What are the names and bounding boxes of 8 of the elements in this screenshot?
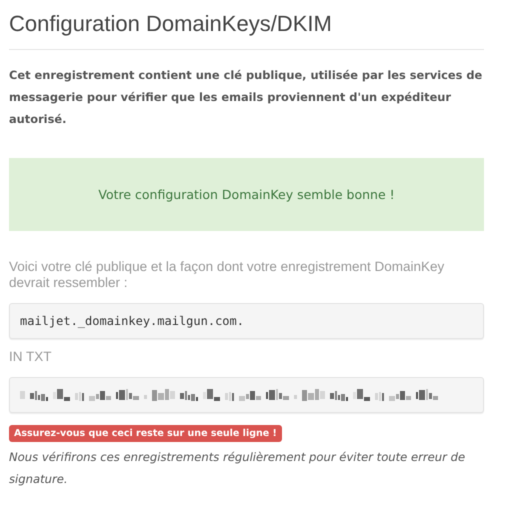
note-text: Nous vérifirons ces enregistrements régulièrement pour éviter toute erreur de signature.	[9, 449, 466, 488]
record-name-field: mailjet._domainkey.mailgun.com.	[9, 303, 484, 339]
success-alert: Votre configuration DomainKey semble bonne !	[9, 158, 484, 231]
record-label: Voici votre clé publique et la façon dont votre enregistrement DomainKey devrait ressembler :	[9, 259, 446, 291]
warning-label: Assurez-vous que ceci reste sur une seule ligne !	[9, 425, 282, 442]
intro-text: Cet enregistrement contient une clé publique, utilisée par les services de messagerie pour vérifier que les emails proviennent d'un expéditeur autorisé.	[9, 67, 484, 128]
page-title: Configuration DomainKeys/DKIM	[9, 11, 333, 37]
record-type-label: IN TXT	[9, 349, 53, 365]
